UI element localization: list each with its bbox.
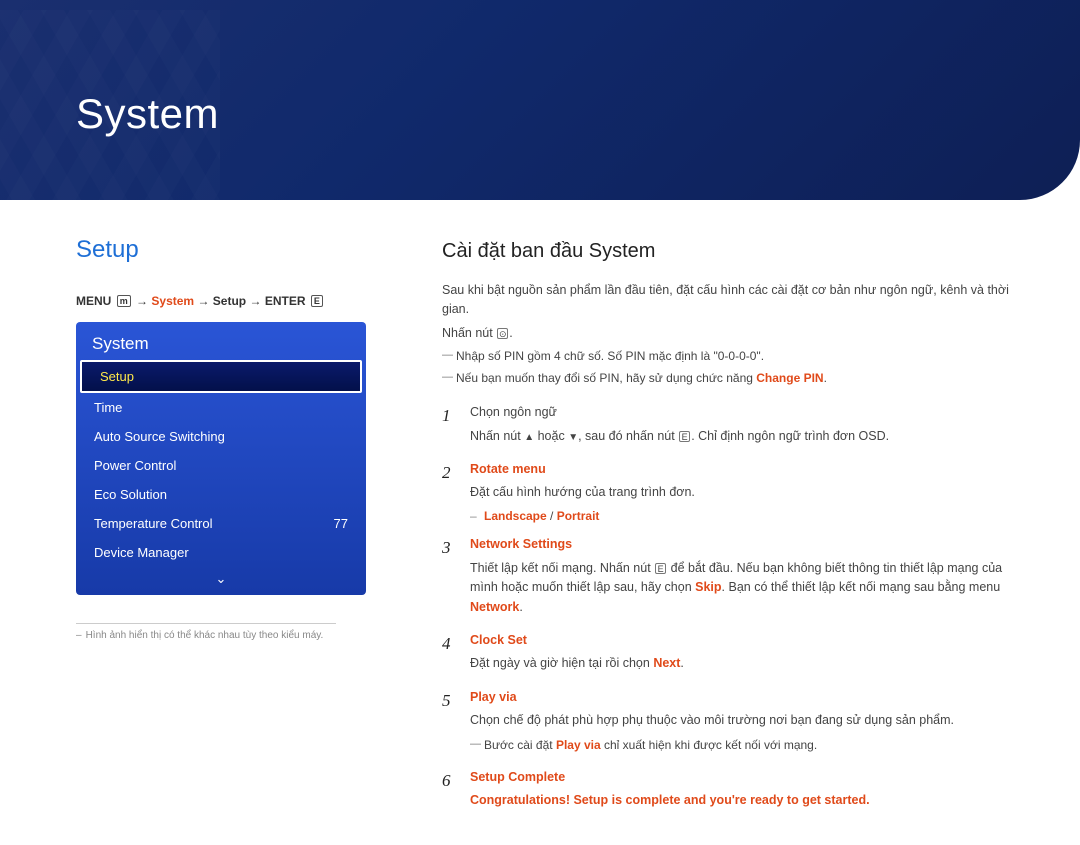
- enter-icon: E: [679, 431, 690, 442]
- step-2-title: Rotate menu: [470, 460, 1030, 479]
- system-menu: System Setup Time Auto Source Switching …: [76, 322, 366, 595]
- step-1: 1 Chọn ngôn ngữ Nhấn nút ▲ hoặc ▼, sau đ…: [442, 403, 1030, 450]
- right-column: Cài đặt ban đầu System Sau khi bật nguồn…: [366, 236, 1030, 825]
- step-body: Rotate menu Đặt cấu hình hướng của trang…: [470, 460, 1030, 525]
- step-number: 3: [442, 535, 470, 621]
- menu-item-label: Time: [94, 400, 122, 415]
- down-arrow-icon: ▼: [568, 432, 578, 443]
- menu-item-label: Power Control: [94, 458, 176, 473]
- step-2-line: Đặt cấu hình hướng của trang trình đơn.: [470, 483, 1030, 502]
- chevron-down-icon: ⌄: [216, 571, 227, 586]
- menu-item-label: Device Manager: [94, 545, 189, 560]
- step-body: Setup Complete Congratulations! Setup is…: [470, 768, 1030, 815]
- step-5-line: Chọn chế độ phát phù hợp phụ thuộc vào m…: [470, 711, 1030, 730]
- left-column: Setup MENU m → System → Setup → ENTER E …: [76, 236, 366, 825]
- step-body: Clock Set Đặt ngày và giờ hiện tại rồi c…: [470, 631, 1030, 678]
- step-body: Network Settings Thiết lập kết nối mạng.…: [470, 535, 1030, 621]
- footnote: –Hình ảnh hiển thị có thể khác nhau tùy …: [76, 623, 336, 641]
- circle-button-icon: ⊙: [497, 328, 508, 339]
- step-5-title: Play via: [470, 688, 1030, 707]
- step-4-line: Đặt ngày và giờ hiện tại rồi chọn Next.: [470, 654, 1030, 673]
- breadcrumb-enter: ENTER: [265, 294, 306, 308]
- step-4: 4 Clock Set Đặt ngày và giờ hiện tại rồi…: [442, 631, 1030, 678]
- step-1-line-1: Chọn ngôn ngữ: [470, 403, 1030, 422]
- menu-item-auto-source[interactable]: Auto Source Switching: [76, 422, 366, 451]
- content: Setup MENU m → System → Setup → ENTER E …: [0, 200, 1080, 845]
- step-number: 6: [442, 768, 470, 815]
- step-5-note: Bước cài đặt Play via chỉ xuất hiện khi …: [470, 736, 1030, 755]
- change-pin-label: Change PIN: [756, 371, 823, 385]
- menu-scroll-down[interactable]: ⌄: [76, 567, 366, 595]
- step-6: 6 Setup Complete Congratulations! Setup …: [442, 768, 1030, 815]
- breadcrumb-arrow-1: →: [136, 294, 148, 308]
- intro-2: Nhấn nút ⊙.: [442, 324, 1030, 343]
- enter-icon: E: [655, 563, 666, 574]
- menu-item-value: 77: [334, 516, 348, 531]
- step-2-sub: Landscape / Portrait: [470, 507, 1030, 526]
- step-number: 2: [442, 460, 470, 525]
- menu-item-temperature-control[interactable]: Temperature Control 77: [76, 509, 366, 538]
- step-2: 2 Rotate menu Đặt cấu hình hướng của tra…: [442, 460, 1030, 525]
- page-title: System: [76, 90, 219, 138]
- breadcrumb-system: System: [151, 294, 194, 308]
- footnote-text: Hình ảnh hiển thị có thể khác nhau tùy t…: [86, 630, 324, 641]
- menu-icon: m: [117, 295, 131, 307]
- up-arrow-icon: ▲: [524, 432, 534, 443]
- menu-item-label: Temperature Control: [94, 516, 213, 531]
- breadcrumb-arrow-3: →: [249, 294, 261, 308]
- step-body: Chọn ngôn ngữ Nhấn nút ▲ hoặc ▼, sau đó …: [470, 403, 1030, 450]
- step-6-title: Setup Complete: [470, 768, 1030, 787]
- step-5: 5 Play via Chọn chế độ phát phù hợp phụ …: [442, 688, 1030, 758]
- breadcrumb-arrow-2: →: [197, 294, 209, 308]
- pin-note-1: Nhập số PIN gồm 4 chữ số. Số PIN mặc địn…: [442, 347, 1030, 366]
- menu-item-device-manager[interactable]: Device Manager: [76, 538, 366, 567]
- main-heading: Cài đặt ban đầu System: [442, 236, 1030, 267]
- pin-note-2: Nếu bạn muốn thay đổi số PIN, hãy sử dụn…: [442, 369, 1030, 388]
- menu-item-setup[interactable]: Setup: [80, 360, 362, 393]
- step-3: 3 Network Settings Thiết lập kết nối mạn…: [442, 535, 1030, 621]
- section-title: Setup: [76, 236, 366, 264]
- breadcrumb-menu: MENU: [76, 294, 111, 308]
- step-number: 4: [442, 631, 470, 678]
- step-body: Play via Chọn chế độ phát phù hợp phụ th…: [470, 688, 1030, 758]
- menu-heading: System: [76, 326, 366, 360]
- step-3-line: Thiết lập kết nối mạng. Nhấn nút E để bắ…: [470, 559, 1030, 617]
- banner: System: [0, 0, 1080, 200]
- menu-item-time[interactable]: Time: [76, 393, 366, 422]
- breadcrumb-setup: Setup: [213, 294, 246, 308]
- menu-item-label: Auto Source Switching: [94, 429, 225, 444]
- step-6-final: Congratulations! Setup is complete and y…: [470, 791, 1030, 810]
- menu-item-eco-solution[interactable]: Eco Solution: [76, 480, 366, 509]
- step-4-title: Clock Set: [470, 631, 1030, 650]
- menu-item-label: Eco Solution: [94, 487, 167, 502]
- step-number: 5: [442, 688, 470, 758]
- menu-item-label: Setup: [100, 369, 134, 384]
- intro-1: Sau khi bật nguồn sản phẩm lần đầu tiên,…: [442, 281, 1030, 320]
- step-3-title: Network Settings: [470, 535, 1030, 554]
- step-1-line-2: Nhấn nút ▲ hoặc ▼, sau đó nhấn nút E. Ch…: [470, 427, 1030, 446]
- enter-icon: E: [311, 295, 323, 307]
- breadcrumb: MENU m → System → Setup → ENTER E: [76, 294, 366, 308]
- steps-list: 1 Chọn ngôn ngữ Nhấn nút ▲ hoặc ▼, sau đ…: [442, 403, 1030, 814]
- step-number: 1: [442, 403, 470, 450]
- menu-item-power-control[interactable]: Power Control: [76, 451, 366, 480]
